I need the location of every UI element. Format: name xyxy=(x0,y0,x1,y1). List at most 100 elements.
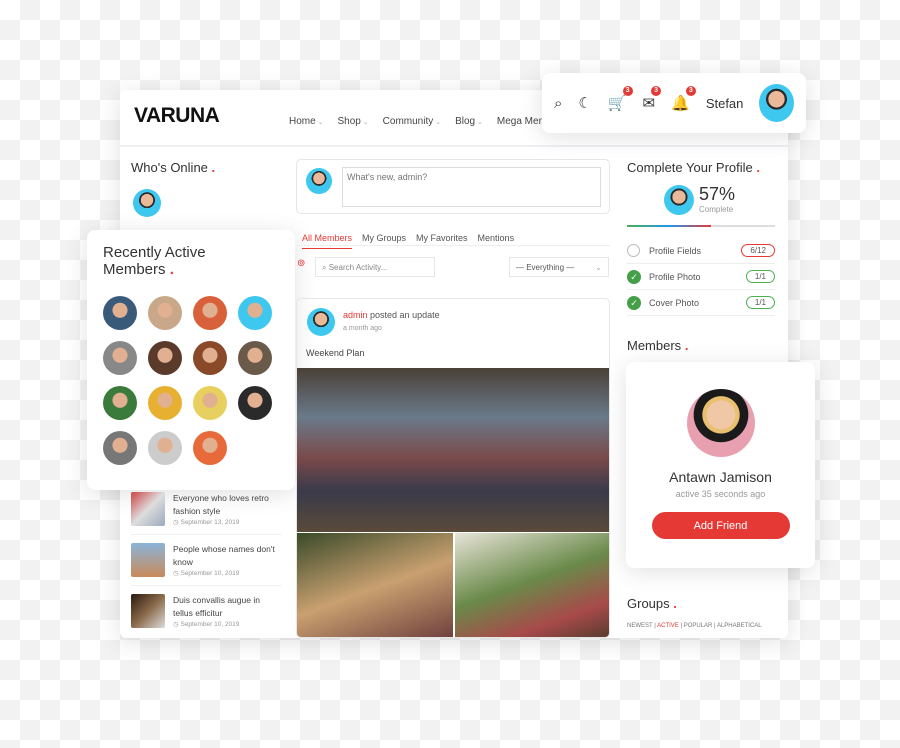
composer xyxy=(296,159,610,214)
member-avatar[interactable] xyxy=(103,386,137,420)
activity-action: posted an update xyxy=(370,310,440,320)
nav-blog[interactable]: Blog xyxy=(455,116,483,127)
post-title[interactable]: People whose names don't know xyxy=(173,543,281,569)
post-thumbnail xyxy=(131,543,165,577)
user-name[interactable]: Stefan xyxy=(706,96,744,111)
filter-value: — Everything — xyxy=(516,263,575,272)
member-status: active 35 seconds ago xyxy=(675,489,766,499)
member-card: Antawn Jamison active 35 seconds ago Add… xyxy=(626,362,815,568)
recently-active-title: Recently Active Members . xyxy=(103,244,206,278)
whats-new-input[interactable] xyxy=(342,167,601,207)
search-placeholder: Search Activity... xyxy=(328,263,388,272)
member-avatar[interactable] xyxy=(103,431,137,465)
whos-online-title: Who's Online . xyxy=(131,160,216,175)
member-avatar[interactable] xyxy=(148,386,182,420)
check-icon: ✓ xyxy=(627,295,641,310)
groups-title: Groups . xyxy=(627,596,677,611)
logo[interactable]: VARUNA xyxy=(134,104,220,128)
recent-posts: Everyone who loves retro fashion style ◷ … xyxy=(131,484,281,636)
count-pill: 6/12 xyxy=(741,244,775,257)
admin-avatar[interactable] xyxy=(307,308,335,336)
tab-all-members[interactable]: All Members xyxy=(302,233,353,249)
count-pill: 1/1 xyxy=(745,296,775,309)
nav-home[interactable]: Home xyxy=(289,116,324,127)
activity-text: Weekend Plan xyxy=(306,348,365,358)
activity-photo-left[interactable] xyxy=(297,533,453,637)
search-icon[interactable]: ⌕ xyxy=(554,95,562,112)
member-avatar[interactable] xyxy=(193,431,227,465)
member-avatar[interactable] xyxy=(193,296,227,330)
post-item[interactable]: Duis convallis augue in tellus efficitur… xyxy=(131,586,281,636)
member-avatar[interactable] xyxy=(238,341,272,375)
members-title: Members . xyxy=(627,338,689,353)
bell-icon[interactable]: 🔔 3 xyxy=(671,86,696,112)
member-avatar[interactable] xyxy=(193,386,227,420)
member-avatar[interactable] xyxy=(238,296,272,330)
notif-badge: 3 xyxy=(685,86,696,96)
tab-my-groups[interactable]: My Groups xyxy=(362,233,406,243)
post-title[interactable]: Duis convallis augue in tellus efficitur xyxy=(173,594,281,620)
groups-filters: NEWEST | ACTIVE | POPULAR | ALPHABETICAL xyxy=(627,623,762,629)
chevron-down-icon: ⌄ xyxy=(595,263,602,272)
profile-percent: 57% xyxy=(699,184,736,204)
moon-icon[interactable]: ☾ xyxy=(578,94,591,112)
post-date: ◷ September 10, 2019 xyxy=(173,570,240,577)
header-divider xyxy=(120,145,788,147)
member-avatar[interactable] xyxy=(103,341,137,375)
mail-icon[interactable]: ✉ 3 xyxy=(643,86,662,112)
check-icon: ✓ xyxy=(627,269,641,284)
profile-avatar xyxy=(664,185,694,215)
cart-icon[interactable]: 🛒 3 xyxy=(608,86,633,112)
filter-alphabetical[interactable]: ALPHABETICAL xyxy=(717,623,762,629)
count-pill: 1/1 xyxy=(745,270,775,283)
online-user-avatar[interactable] xyxy=(133,189,161,217)
circle-icon xyxy=(627,244,640,257)
post-title[interactable]: Everyone who loves retro fashion style xyxy=(173,492,281,518)
activity-tabs: All Members My Groups My Favorites Mentions xyxy=(296,228,610,249)
post-thumbnail xyxy=(131,594,165,628)
activity-user-link[interactable]: admin xyxy=(343,310,368,320)
checklist-item[interactable]: ✓ Profile Photo 1/1 xyxy=(627,264,775,290)
profile-checklist: Profile Fields 6/12 ✓ Profile Photo 1/1 ✓ Co… xyxy=(627,238,775,316)
post-date: ◷ September 10, 2019 xyxy=(173,621,240,628)
checklist-item[interactable]: Profile Fields 6/12 xyxy=(627,238,775,264)
post-item[interactable]: People whose names don't know ◷ September… xyxy=(131,535,281,586)
filter-active[interactable]: ACTIVE xyxy=(657,623,679,629)
nav-community[interactable]: Community xyxy=(383,116,441,127)
add-friend-button[interactable]: Add Friend xyxy=(651,512,790,539)
activity-photo-right[interactable] xyxy=(455,533,609,637)
activity-filter-select[interactable]: — Everything — ⌄ xyxy=(509,257,609,277)
member-avatar[interactable] xyxy=(193,341,227,375)
member-avatar[interactable] xyxy=(148,341,182,375)
filter-newest[interactable]: NEWEST xyxy=(627,623,653,629)
filter-popular[interactable]: POPULAR xyxy=(684,623,713,629)
profile-complete-label: Complete xyxy=(699,205,734,214)
post-item[interactable]: Everyone who loves retro fashion style ◷ … xyxy=(131,484,281,535)
tab-mentions[interactable]: Mentions xyxy=(478,233,515,243)
member-avatar[interactable] xyxy=(238,386,272,420)
post-date: ◷ September 13, 2019 xyxy=(173,519,240,526)
recent-members-grid xyxy=(103,296,279,465)
member-name[interactable]: Antawn Jamison xyxy=(626,469,815,485)
nav-shop[interactable]: Shop xyxy=(338,116,369,127)
recently-active-card: Recently Active Members . xyxy=(87,230,295,490)
admin-avatar xyxy=(306,168,332,194)
profile-title: Complete Your Profile . xyxy=(627,160,760,175)
post-thumbnail xyxy=(131,492,165,526)
user-toolbar: ⌕ ☾ 🛒 3 ✉ 3 🔔 3 Stefan xyxy=(542,73,806,133)
rss-icon[interactable]: ⊚ xyxy=(297,258,305,269)
search-activity-input[interactable]: ⌕ Search Activity... xyxy=(315,257,435,277)
mail-badge: 3 xyxy=(651,86,662,96)
member-avatar[interactable] xyxy=(103,296,137,330)
cart-badge: 3 xyxy=(622,86,633,96)
member-avatar[interactable] xyxy=(148,296,182,330)
checklist-item[interactable]: ✓ Cover Photo 1/1 xyxy=(627,290,775,316)
activity-card: admin posted an update a month ago Weeke… xyxy=(296,298,610,638)
activity-time[interactable]: a month ago xyxy=(343,325,382,332)
profile-progress-bar xyxy=(627,225,775,227)
tab-my-favorites[interactable]: My Favorites xyxy=(416,233,468,243)
member-avatar[interactable] xyxy=(148,431,182,465)
user-avatar[interactable] xyxy=(759,84,794,122)
activity-photo-main[interactable] xyxy=(297,368,609,532)
member-avatar[interactable] xyxy=(686,389,755,457)
